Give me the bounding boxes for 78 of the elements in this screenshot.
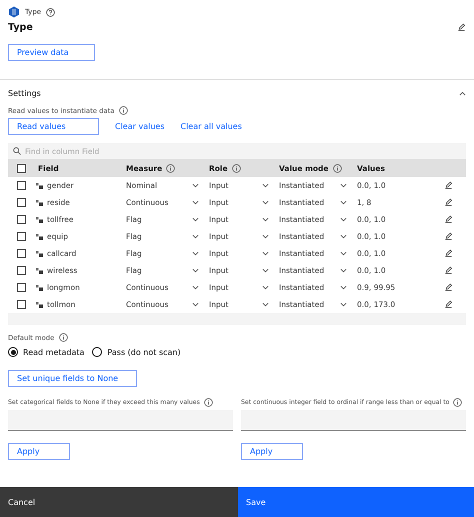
preview-data-button[interactable]: Preview data	[8, 44, 95, 61]
info-icon[interactable]	[204, 398, 213, 407]
field-icon	[36, 268, 43, 274]
info-icon[interactable]	[59, 333, 68, 342]
edit-icon[interactable]	[444, 249, 453, 258]
info-icon[interactable]	[166, 164, 176, 173]
chevron-down-icon	[340, 285, 347, 290]
edit-icon[interactable]	[444, 283, 453, 292]
edit-icon[interactable]	[444, 181, 453, 190]
field-icon	[36, 284, 43, 290]
info-icon[interactable]	[119, 106, 128, 115]
checkbox[interactable]	[17, 181, 26, 190]
info-icon[interactable]	[453, 398, 462, 407]
radio-button[interactable]	[8, 347, 18, 357]
chevron-down-icon	[340, 217, 347, 222]
chevron-down-icon	[262, 251, 269, 256]
save-button[interactable]: Save	[238, 487, 474, 517]
checkbox[interactable]	[17, 215, 26, 224]
chevron-down-icon	[262, 200, 269, 205]
chevron-down-icon	[340, 234, 347, 239]
info-icon[interactable]	[332, 164, 342, 173]
field-icon	[36, 302, 43, 308]
checkbox[interactable]	[17, 283, 26, 292]
apply-button[interactable]: Apply	[8, 443, 70, 460]
radio-label[interactable]: Pass (do not scan)	[107, 348, 181, 356]
chevron-down-icon	[262, 183, 269, 188]
cancel-button[interactable]: Cancel	[0, 487, 238, 517]
chevron-down-icon	[192, 268, 199, 273]
radio-label[interactable]: Read metadata	[23, 348, 84, 356]
chevron-down-icon	[262, 217, 269, 222]
chevron-down-icon	[340, 251, 347, 256]
radio-button[interactable]	[92, 347, 102, 357]
chevron-down-icon	[192, 285, 199, 290]
checkbox[interactable]	[17, 266, 26, 275]
field-icon	[36, 182, 43, 188]
chevron-down-icon	[192, 302, 199, 307]
field-icon	[36, 250, 43, 256]
read-values-button[interactable]: Read values	[8, 118, 99, 135]
node-title: Type	[8, 22, 34, 33]
set-unique-button[interactable]: Set unique fields to None	[8, 370, 137, 387]
edit-icon[interactable]	[444, 300, 453, 309]
search-icon	[13, 147, 21, 155]
section-title: Settings	[8, 88, 41, 98]
checkbox[interactable]	[17, 232, 26, 241]
node-icon	[8, 6, 20, 18]
chevron-down-icon	[192, 251, 199, 256]
chevron-down-icon	[340, 183, 347, 188]
checkbox[interactable]	[17, 198, 26, 207]
input-field[interactable]	[8, 410, 233, 431]
chevron-down-icon	[192, 183, 199, 188]
chevron-down-icon	[340, 302, 347, 307]
chevron-down-icon	[262, 285, 269, 290]
field-icon	[36, 216, 43, 222]
edit-icon[interactable]	[444, 232, 453, 241]
field-icon	[36, 234, 43, 240]
chevron-down-icon	[192, 200, 199, 205]
checkbox[interactable]	[17, 164, 26, 173]
edit-icon[interactable]	[457, 23, 466, 32]
field-icon	[36, 200, 43, 206]
clear-link[interactable]: Clear values	[115, 122, 164, 131]
input-field[interactable]	[241, 410, 466, 431]
chevron-down-icon	[340, 200, 347, 205]
chevron-down-icon	[262, 234, 269, 239]
edit-icon[interactable]	[444, 215, 453, 224]
help-icon[interactable]	[46, 8, 56, 16]
checkbox[interactable]	[17, 300, 26, 309]
checkbox[interactable]	[17, 249, 26, 258]
collapse-icon[interactable]	[459, 90, 466, 96]
chevron-down-icon	[192, 234, 199, 239]
chevron-down-icon	[340, 268, 347, 273]
edit-icon[interactable]	[444, 198, 453, 207]
edit-icon[interactable]	[444, 266, 453, 275]
chevron-down-icon	[192, 217, 199, 222]
chevron-down-icon	[262, 268, 269, 273]
clear-link[interactable]: Clear all values	[180, 122, 242, 131]
apply-button[interactable]: Apply	[241, 443, 303, 460]
info-icon[interactable]	[232, 164, 241, 173]
chevron-down-icon	[262, 302, 269, 307]
